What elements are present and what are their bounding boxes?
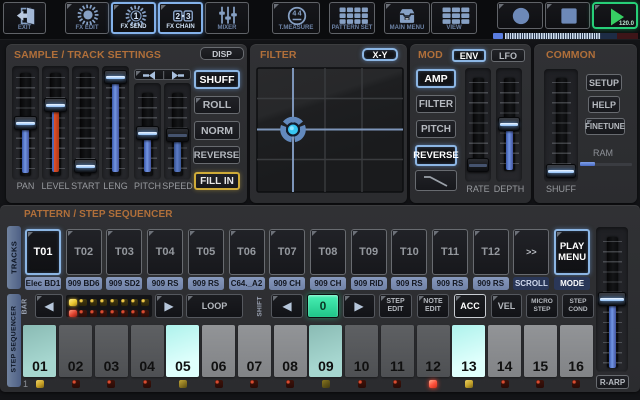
svg-text:1: 1 [133, 11, 138, 21]
svg-text:4: 4 [298, 9, 302, 17]
svg-text:4: 4 [292, 9, 296, 17]
svg-text:3: 3 [185, 12, 190, 21]
svg-text:2: 2 [175, 12, 180, 21]
